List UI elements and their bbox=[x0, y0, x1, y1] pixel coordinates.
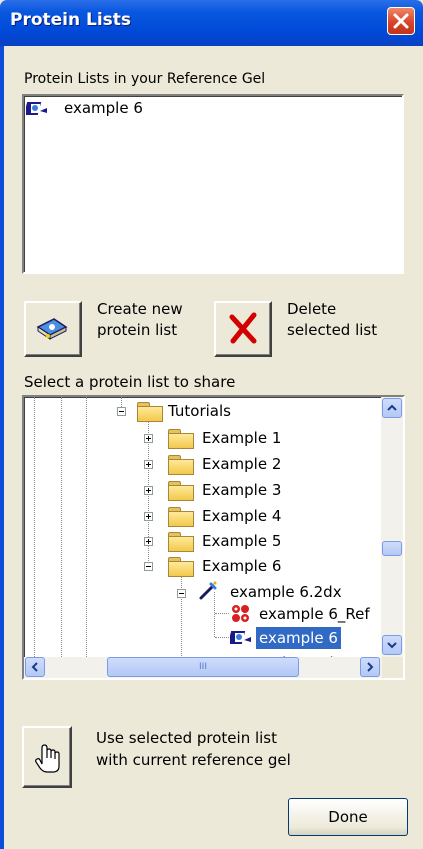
done-button[interactable]: Done bbox=[288, 798, 408, 836]
scroll-thumb[interactable] bbox=[382, 541, 402, 556]
reference-lists-label: Protein Lists in your Reference Gel bbox=[24, 71, 266, 87]
delete-icon bbox=[229, 312, 257, 344]
tree-node-example-1[interactable]: Example 1 bbox=[202, 427, 281, 449]
folder-icon bbox=[168, 557, 194, 577]
expand-toggle[interactable] bbox=[144, 486, 153, 495]
scroll-right-button[interactable] bbox=[360, 657, 380, 677]
create-list-button[interactable] bbox=[24, 301, 82, 357]
title-bar[interactable]: Protein Lists bbox=[0, 0, 423, 46]
create-list-label: Create new protein list bbox=[97, 299, 183, 341]
expand-toggle[interactable] bbox=[144, 434, 153, 443]
reference-spots-icon bbox=[232, 605, 249, 622]
scrollbar-corner bbox=[382, 657, 403, 678]
expand-toggle[interactable] bbox=[144, 512, 153, 521]
folder-icon bbox=[168, 455, 194, 475]
protein-list-icon bbox=[26, 102, 47, 115]
scroll-left-button[interactable] bbox=[25, 657, 45, 677]
tree-node-example-4[interactable]: Example 4 bbox=[202, 505, 281, 527]
vertical-scrollbar[interactable] bbox=[381, 397, 403, 657]
window-frame bbox=[0, 46, 4, 849]
folder-icon bbox=[168, 507, 194, 527]
folder-icon bbox=[168, 532, 194, 552]
protein-list-icon bbox=[230, 631, 251, 644]
scroll-up-button[interactable] bbox=[382, 398, 402, 418]
create-list-label-line2: protein list bbox=[97, 321, 178, 339]
reference-list-item-label: example 6 bbox=[64, 99, 143, 117]
close-icon bbox=[393, 13, 409, 29]
collapse-toggle[interactable] bbox=[144, 562, 153, 571]
delete-list-button[interactable] bbox=[214, 301, 272, 357]
tree-guide-line bbox=[34, 397, 35, 657]
right-arrow-icon bbox=[367, 662, 374, 672]
horizontal-scroll-thumb[interactable]: III bbox=[107, 657, 299, 677]
scroll-down-button[interactable] bbox=[382, 635, 402, 655]
up-arrow-icon bbox=[387, 404, 397, 411]
tree-node-example-5[interactable]: Example 5 bbox=[202, 530, 281, 552]
expand-toggle[interactable] bbox=[144, 537, 153, 546]
tree-guide-line bbox=[181, 565, 182, 662]
tree-guide-line bbox=[215, 613, 229, 614]
tree-node-example-6-selected[interactable]: example 6 bbox=[256, 627, 341, 649]
tree-node-example-2[interactable]: Example 2 bbox=[202, 453, 281, 475]
tree-node-example-6-2dx[interactable]: example 6.2dx bbox=[230, 581, 342, 603]
tree-guide-line bbox=[215, 637, 229, 638]
down-arrow-icon bbox=[387, 642, 397, 649]
folder-icon bbox=[168, 429, 194, 449]
tree-node-example-6-ref[interactable]: example 6_Ref bbox=[259, 603, 370, 625]
scroll-thumb-grip: III bbox=[199, 662, 207, 672]
reference-lists-box[interactable]: example 6 bbox=[22, 94, 404, 274]
left-arrow-icon bbox=[31, 662, 38, 672]
create-list-label-line1: Create new bbox=[97, 300, 183, 318]
close-button[interactable] bbox=[387, 7, 415, 35]
protein-list-tree[interactable]: Tutorials Example 1 Example 2 Example 3 … bbox=[22, 395, 405, 680]
tree-node-tutorials[interactable]: Tutorials bbox=[168, 400, 231, 422]
delete-list-label-line1: Delete bbox=[287, 300, 337, 318]
collapse-toggle[interactable] bbox=[117, 407, 126, 416]
use-selected-list-label: Use selected protein list with current r… bbox=[96, 727, 291, 771]
tree-node-example-6[interactable]: Example 6 bbox=[202, 555, 281, 577]
delete-list-label: Delete selected list bbox=[287, 299, 377, 341]
new-list-icon bbox=[36, 318, 68, 340]
expand-toggle[interactable] bbox=[144, 460, 153, 469]
share-section-label: Select a protein list to share bbox=[24, 373, 236, 391]
horizontal-scrollbar[interactable]: III bbox=[24, 657, 403, 678]
use-selected-list-line2: with current reference gel bbox=[96, 751, 291, 769]
use-selected-list-button[interactable] bbox=[22, 726, 72, 788]
folder-icon bbox=[168, 481, 194, 501]
use-selected-list-line1: Use selected protein list bbox=[96, 729, 277, 747]
delete-list-label-line2: selected list bbox=[287, 321, 378, 339]
tree-guide-line bbox=[61, 397, 62, 657]
folder-icon bbox=[137, 402, 163, 422]
window-title: Protein Lists bbox=[10, 10, 132, 30]
collapse-toggle[interactable] bbox=[177, 589, 186, 598]
tree-node-example-3[interactable]: Example 3 bbox=[202, 479, 281, 501]
tree-guide-line bbox=[86, 397, 87, 657]
hand-pointer-icon bbox=[35, 744, 60, 773]
wand-icon bbox=[199, 581, 217, 600]
